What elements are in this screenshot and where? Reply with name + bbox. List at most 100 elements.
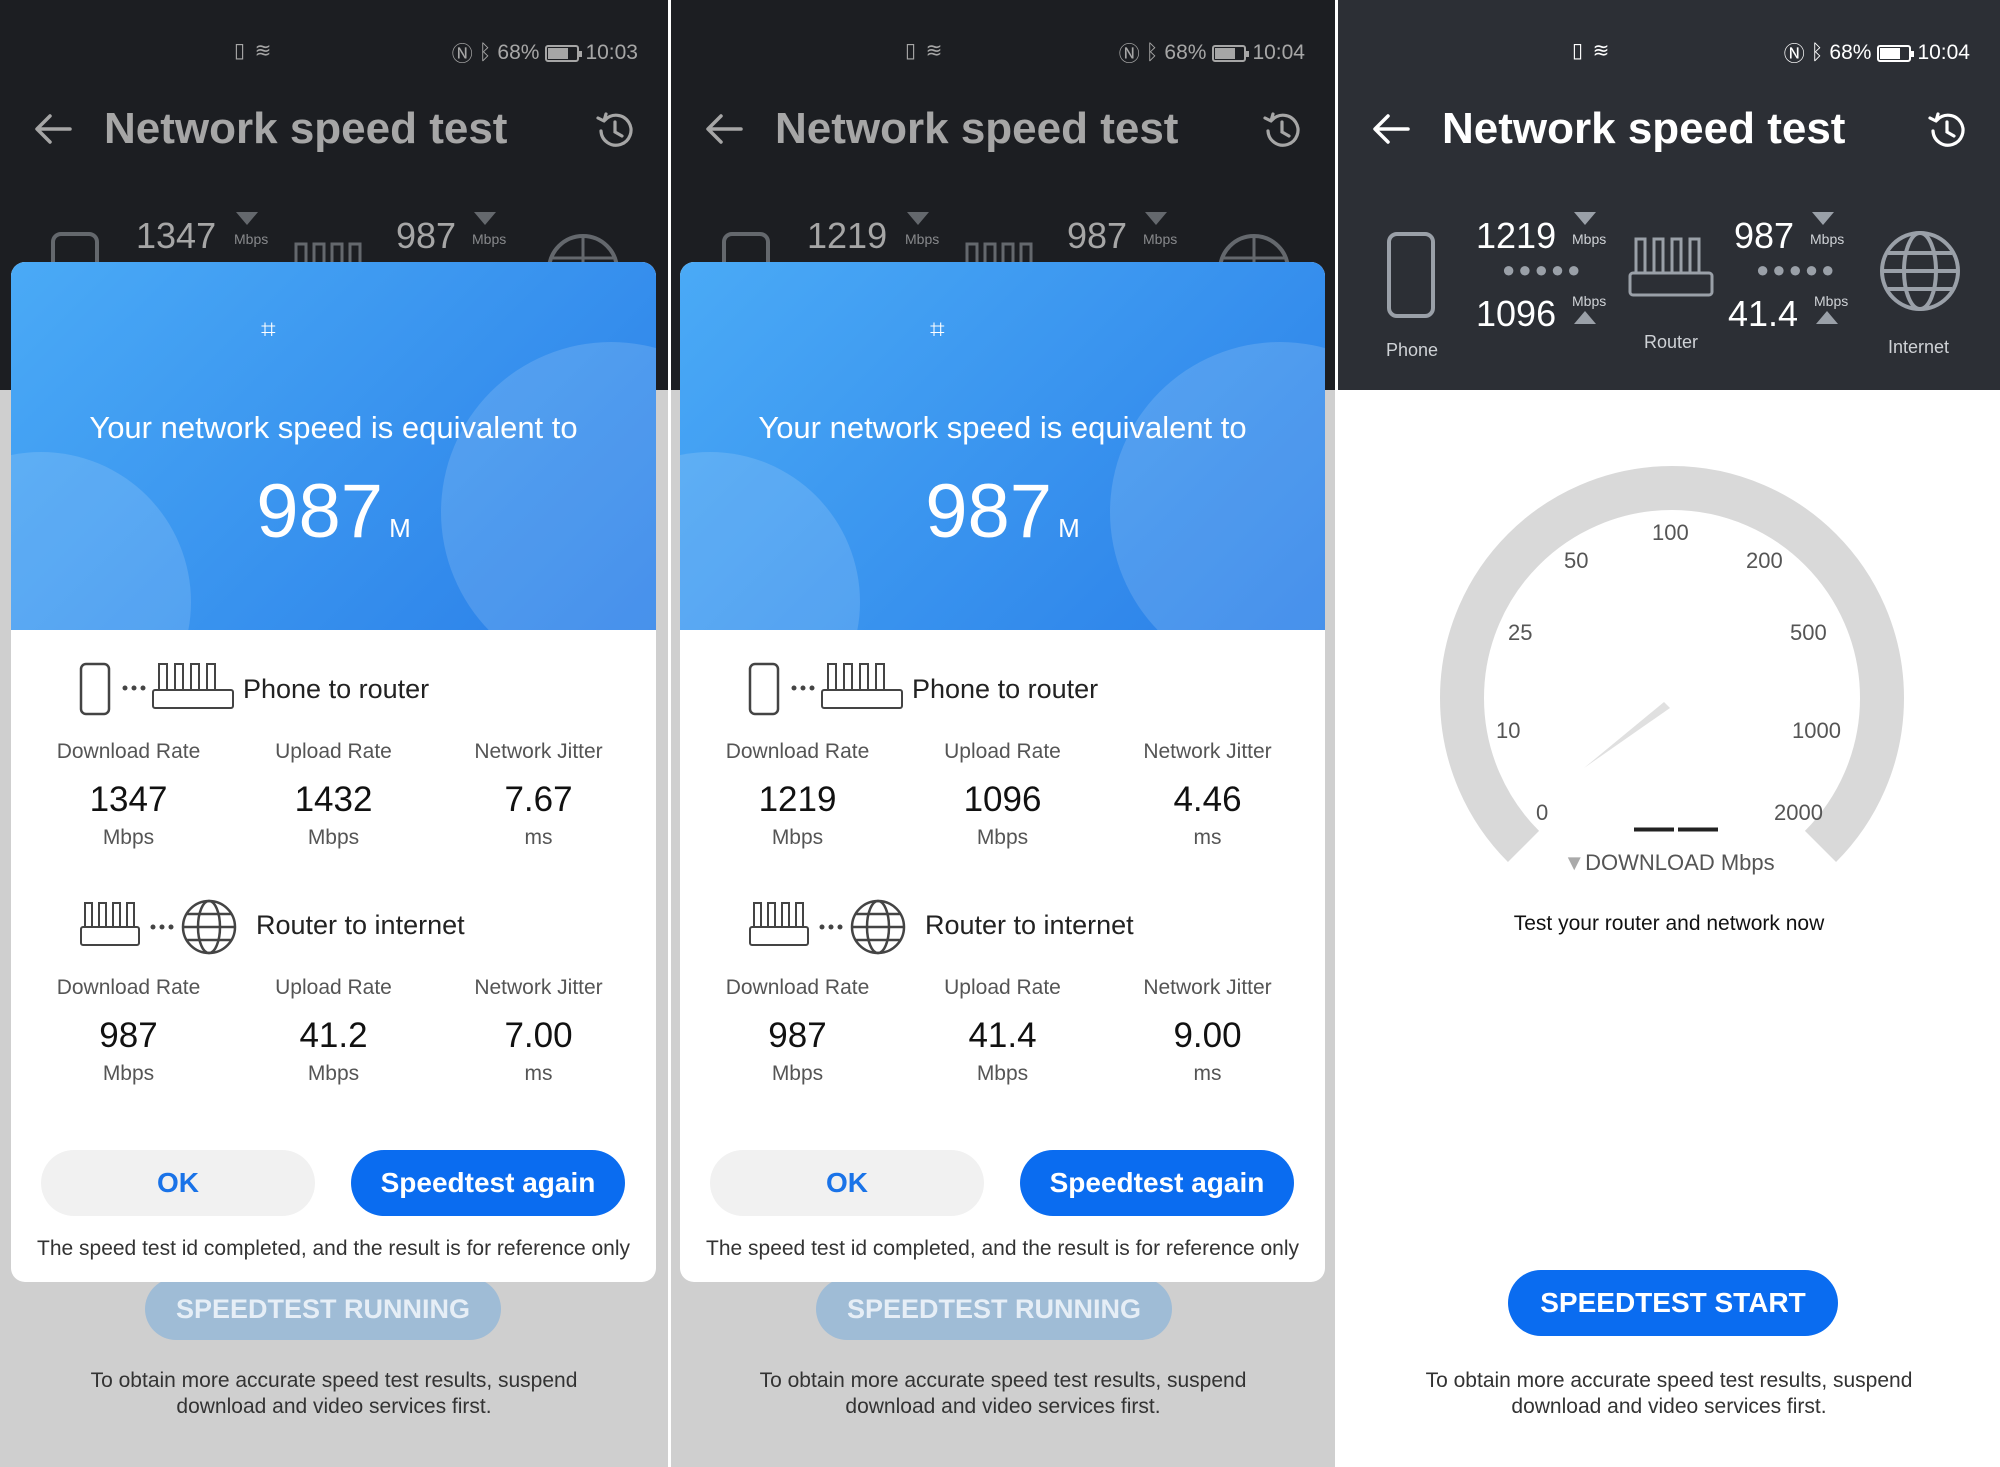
metric-unit: ms (1193, 826, 1222, 849)
gauge-unit-label: DOWNLOAD Mbps (1585, 850, 1775, 875)
ok-button[interactable]: OK (41, 1150, 315, 1216)
result-speed-unit: M (1058, 513, 1080, 543)
footnote-line: download and video services first. (845, 1395, 1161, 1418)
metric-value: 9.00 (1173, 1016, 1242, 1055)
metric-unit: Mbps (102, 826, 155, 849)
upload-arrow-icon (1574, 311, 1596, 324)
metric-label: Download Rate (725, 976, 870, 999)
status-bar: ▯ ≋ Ⓝ ᛒ 68% 10:04 (1338, 30, 2000, 70)
section-router-internet: Router to internet (256, 910, 465, 940)
metric-jitter: Network Jitter 9.00 ms (1100, 976, 1315, 1086)
topo-unit: Mbps (1814, 293, 1849, 309)
dialog-banner: ⌗ Your network speed is equivalent to 98… (11, 262, 656, 630)
gauge-tick-label: 10 (1496, 718, 1521, 743)
metric-value: 1347 (89, 780, 168, 819)
phone-label: Phone (1386, 340, 1439, 360)
download-arrow-icon (1812, 212, 1834, 225)
metric-label: Upload Rate (944, 740, 1061, 763)
battery-percent: 68% (1829, 41, 1872, 64)
brand-logo-icon: ⌗ (261, 314, 276, 344)
gauge-tick-label: 200 (1746, 548, 1783, 573)
globe-icon (1880, 231, 1960, 311)
metric-jitter: Network Jitter 7.67 ms (431, 740, 646, 850)
status-right: Ⓝ ᛒ 68% 10:04 (1784, 38, 1970, 68)
speedtest-again-button[interactable]: Speedtest again (351, 1150, 625, 1216)
phone-to-router-icon (79, 662, 234, 716)
metric-label: Download Rate (56, 976, 201, 999)
dialog-banner: ⌗ Your network speed is equivalent to 98… (680, 262, 1325, 630)
section-phone-router: Phone to router (243, 674, 430, 704)
phone-router-up: 1096 (1476, 293, 1557, 334)
metric-value: 1219 (758, 780, 837, 819)
metric-unit: Mbps (976, 826, 1029, 849)
notification-icons: ▯ ≋ (1572, 40, 1612, 62)
reference-note: The speed test id completed, and the res… (37, 1237, 630, 1260)
metric-unit: ms (524, 1062, 553, 1085)
speedtest-running-button: SPEEDTEST RUNNING (816, 1278, 1172, 1340)
result-speed-value: 987 (925, 469, 1053, 554)
metric-value: 1096 (963, 780, 1042, 819)
metric-value: 987 (99, 1016, 158, 1055)
speed-gauge: 0 10 25 50 100 200 500 1000 2000 —— (1338, 440, 2000, 900)
metric-value: 41.2 (299, 1016, 368, 1055)
metric-value: 7.67 (504, 780, 573, 819)
gauge-tick-label: 50 (1564, 548, 1589, 573)
speedtest-start-button[interactable]: SPEEDTEST START (1508, 1270, 1838, 1336)
footnote-line: To obtain more accurate speed test resul… (90, 1369, 578, 1392)
download-arrow-icon: ▼ (1563, 850, 1586, 875)
router-to-internet-icon (80, 899, 237, 955)
result-speed-value: 987 (256, 469, 384, 554)
metric-upload: Upload Rate 1432 Mbps (226, 740, 441, 850)
link-dots: ●●●●● (1502, 257, 1584, 282)
metric-unit: Mbps (976, 1062, 1029, 1085)
section-phone-router: Phone to router (912, 674, 1099, 704)
metric-label: Network Jitter (474, 740, 603, 763)
metric-upload: Upload Rate 1096 Mbps (895, 740, 1110, 850)
back-arrow-icon[interactable] (1370, 108, 1412, 150)
metric-label: Network Jitter (1143, 976, 1272, 999)
phone-to-router-icon (748, 662, 903, 716)
router-to-internet-icon (749, 899, 906, 955)
download-mbps-label: ▼DOWNLOAD Mbps (1338, 850, 2000, 876)
section-router-internet: Router to internet (925, 910, 1134, 940)
router-internet-up: 41.4 (1728, 293, 1799, 334)
metric-unit: Mbps (307, 826, 360, 849)
topo-unit: Mbps (1572, 293, 1607, 309)
metric-unit: ms (524, 826, 553, 849)
app-header: ▯ ≋ Ⓝ ᛒ 68% 10:04 Network speed test Pho… (1338, 0, 2000, 390)
metric-value: 41.4 (968, 1016, 1037, 1055)
result-dialog: ⌗ Your network speed is equivalent to 98… (680, 262, 1325, 1282)
result-speed: 987 M (11, 468, 656, 555)
metric-download: Download Rate 1219 Mbps (690, 740, 905, 850)
gauge-value: —— (1634, 805, 1722, 849)
footnote-line: To obtain more accurate speed test resul… (1425, 1369, 1913, 1392)
footnote-line: download and video services first. (176, 1395, 492, 1418)
topo-unit: Mbps (1572, 231, 1607, 247)
gauge-tick-label: 500 (1790, 620, 1827, 645)
clock: 10:04 (1917, 41, 1970, 64)
screen-result-2: ▯ ≋ Ⓝ ᛒ 68% 10:04 Network speed test 121… (671, 0, 1335, 1467)
router-label: Router (1644, 332, 1699, 352)
metric-label: Upload Rate (944, 976, 1061, 999)
topology-panel: Phone 1219 Mbps ●●●●● 1096 Mbps Router 9… (1338, 195, 2000, 375)
router-icon (1628, 237, 1714, 297)
metric-unit: Mbps (771, 1062, 824, 1085)
metric-upload: Upload Rate 41.2 Mbps (226, 976, 441, 1086)
history-icon[interactable] (1924, 108, 1970, 154)
metric-download: Download Rate 987 Mbps (690, 976, 905, 1086)
ok-button[interactable]: OK (710, 1150, 984, 1216)
phone-router-down: 1219 (1476, 215, 1557, 256)
metric-unit: Mbps (307, 1062, 360, 1085)
router-internet-down: 987 (1734, 215, 1795, 256)
metric-value: 4.46 (1173, 780, 1242, 819)
result-dialog: ⌗ Your network speed is equivalent to 98… (11, 262, 656, 1282)
footnote-line: To obtain more accurate speed test resul… (759, 1369, 1247, 1392)
phone-icon (1387, 232, 1435, 318)
speedtest-again-button[interactable]: Speedtest again (1020, 1150, 1294, 1216)
footnote: To obtain more accurate speed test resul… (671, 1368, 1335, 1420)
gauge-tick-label: 100 (1652, 520, 1689, 545)
metric-download: Download Rate 1347 Mbps (21, 740, 236, 850)
result-headline: Your network speed is equivalent to (758, 410, 1247, 445)
metric-upload: Upload Rate 41.4 Mbps (895, 976, 1110, 1086)
metric-download: Download Rate 987 Mbps (21, 976, 236, 1086)
